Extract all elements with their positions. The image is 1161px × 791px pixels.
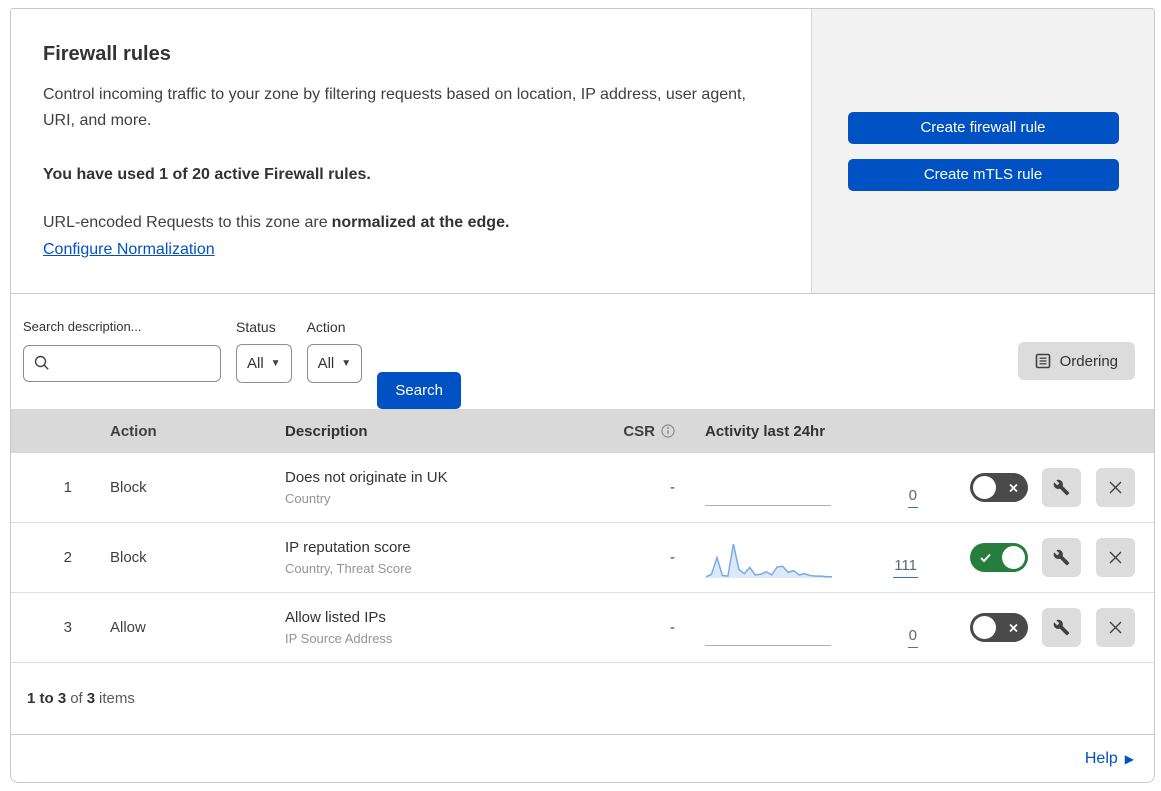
rule-action: Block <box>110 479 147 496</box>
items-range: 1 to 3 <box>27 690 67 707</box>
table-row: 2 Block IP reputation score Country, Thr… <box>11 523 1154 593</box>
activity-sparkline <box>705 609 833 651</box>
edit-rule-button[interactable] <box>1042 538 1081 577</box>
activity-sparkline <box>705 469 833 511</box>
arrow-right-icon: ▶ <box>1124 751 1134 766</box>
wrench-icon <box>1053 619 1070 636</box>
rule-description-cell: Does not originate in UK Country <box>285 469 565 506</box>
rule-fields: Country, Threat Score <box>285 561 412 576</box>
pagination-summary: 1 to 3 of 3 items <box>11 663 1154 735</box>
normalization-note: URL-encoded Requests to this zone are nor… <box>43 214 751 232</box>
help-bar: Help ▶ <box>11 735 1154 782</box>
enable-toggle[interactable] <box>970 543 1028 572</box>
search-input[interactable] <box>23 345 221 382</box>
normalization-text: URL-encoded Requests to this zone are <box>43 214 328 231</box>
edit-rule-button[interactable] <box>1042 608 1081 647</box>
rule-csr: - <box>670 479 675 496</box>
delete-rule-button[interactable] <box>1096 538 1135 577</box>
close-icon <box>1109 551 1122 564</box>
rule-action: Allow <box>110 619 146 636</box>
create-firewall-rule-button[interactable]: Create firewall rule <box>847 111 1119 144</box>
col-csr: CSR <box>565 423 705 440</box>
activity-count-link[interactable]: 0 <box>907 487 918 508</box>
search-label: Search description... <box>23 319 142 334</box>
delete-rule-button[interactable] <box>1096 608 1135 647</box>
wrench-icon <box>1053 479 1070 496</box>
ordering-label: Ordering <box>1059 352 1118 370</box>
col-action: Action <box>110 422 157 440</box>
enable-toggle[interactable] <box>970 613 1028 642</box>
page-description: Control incoming traffic to your zone by… <box>43 86 746 129</box>
rule-fields: Country <box>285 491 331 506</box>
configure-normalization-link[interactable]: Configure Normalization <box>43 241 215 259</box>
close-icon <box>1109 621 1122 634</box>
rule-description: Allow listed IPs <box>285 609 386 626</box>
rule-priority: 2 <box>63 549 72 566</box>
rule-description: Does not originate in UK <box>285 469 448 486</box>
page-title: Firewall rules <box>43 43 171 65</box>
delete-rule-button[interactable] <box>1096 468 1135 507</box>
x-icon <box>1009 483 1018 492</box>
toggle-knob <box>1002 546 1025 569</box>
table-row: 3 Allow Allow listed IPs IP Source Addre… <box>11 593 1154 663</box>
rule-description-cell: Allow listed IPs IP Source Address <box>285 609 565 646</box>
hero-section: Firewall rules Control incoming traffic … <box>11 9 1154 294</box>
firewall-rules-page: Firewall rules Control incoming traffic … <box>10 8 1155 783</box>
x-icon <box>1009 623 1018 632</box>
chevron-down-icon: ▼ <box>270 358 281 369</box>
rule-priority: 3 <box>63 619 72 636</box>
usage-summary: You have used 1 of 20 active Firewall ru… <box>43 166 371 183</box>
rule-activity-cell: 111 <box>705 535 930 581</box>
check-icon <box>980 553 991 562</box>
ordering-button[interactable]: Ordering <box>1017 342 1135 380</box>
help-label: Help <box>1084 749 1118 767</box>
normalization-bold: normalized at the edge. <box>331 214 510 231</box>
items-label: items <box>99 690 135 707</box>
rule-action: Block <box>110 549 147 566</box>
ordering-list-icon <box>1035 353 1050 369</box>
rule-activity-cell: 0 <box>705 605 930 651</box>
status-label: Status <box>236 319 276 335</box>
rule-csr: - <box>670 619 675 636</box>
table-row: 1 Block Does not originate in UK Country… <box>11 453 1154 523</box>
actions-panel: Create firewall rule Create mTLS rule <box>811 9 1154 293</box>
items-total: 3 <box>86 690 96 707</box>
activity-sparkline <box>705 539 833 581</box>
filter-bar: Search description... Status All ▼ Actio… <box>11 294 1154 409</box>
action-select[interactable]: All ▼ <box>306 344 363 383</box>
toggle-knob <box>973 616 996 639</box>
table-header: Action Description CSR Activity last 24h… <box>11 409 1154 453</box>
status-filter-group: Status All ▼ <box>236 319 292 383</box>
action-selected-value: All <box>317 355 335 372</box>
wrench-icon <box>1053 549 1070 566</box>
rule-csr: - <box>670 549 675 566</box>
help-link[interactable]: Help ▶ <box>1085 750 1134 768</box>
col-activity: Activity last 24hr <box>705 422 826 440</box>
status-select[interactable]: All ▼ <box>236 344 292 383</box>
action-label: Action <box>306 319 346 335</box>
rules-table: Action Description CSR Activity last 24h… <box>11 409 1154 663</box>
items-of: of <box>70 690 83 707</box>
rule-description: IP reputation score <box>285 539 411 556</box>
info-icon[interactable] <box>661 424 675 438</box>
search-group: Search description... <box>23 319 221 382</box>
activity-count-link[interactable]: 111 <box>893 557 918 578</box>
search-button[interactable]: Search <box>377 372 462 409</box>
toggle-knob <box>973 476 996 499</box>
col-description: Description <box>285 422 368 440</box>
activity-count-link[interactable]: 0 <box>907 627 918 648</box>
enable-toggle[interactable] <box>970 473 1028 502</box>
rule-fields: IP Source Address <box>285 631 393 646</box>
chevron-down-icon: ▼ <box>341 358 352 369</box>
create-mtls-rule-button[interactable]: Create mTLS rule <box>847 158 1119 191</box>
status-selected-value: All <box>247 355 264 372</box>
search-box <box>23 345 221 382</box>
hero-text: Firewall rules Control incoming traffic … <box>11 9 811 293</box>
rule-activity-cell: 0 <box>705 465 930 511</box>
action-filter-group: Action All ▼ <box>306 319 363 383</box>
edit-rule-button[interactable] <box>1042 468 1081 507</box>
close-icon <box>1109 481 1122 494</box>
rule-description-cell: IP reputation score Country, Threat Scor… <box>285 539 565 576</box>
rule-priority: 1 <box>63 479 72 496</box>
